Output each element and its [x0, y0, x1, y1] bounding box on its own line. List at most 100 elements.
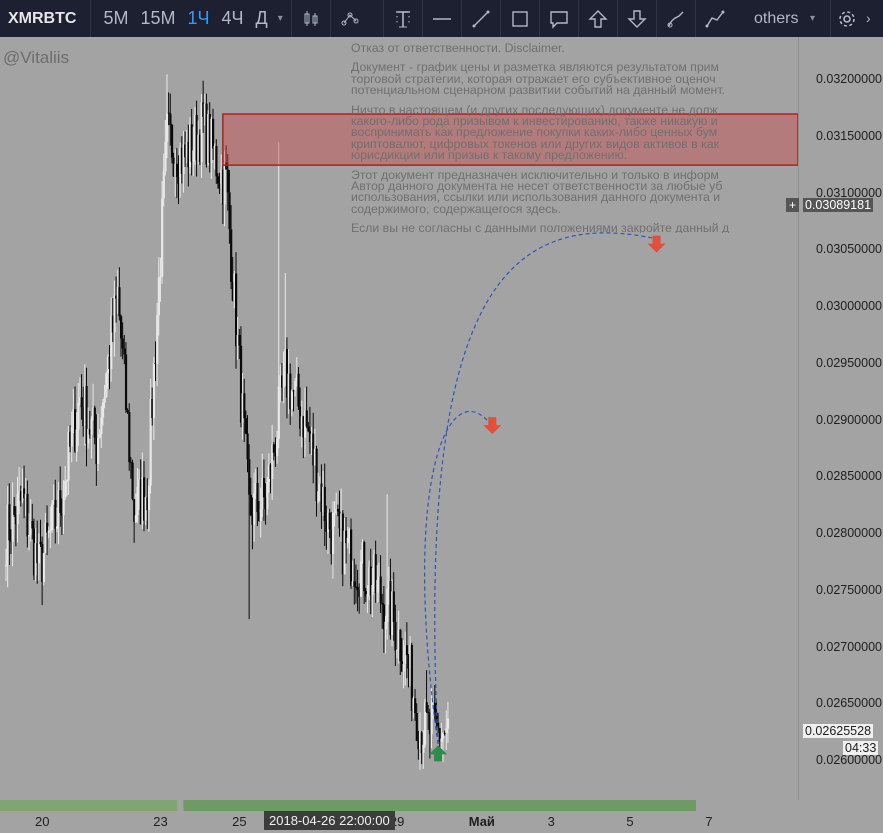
candle-body: [131, 462, 134, 500]
disclaimer-text: Отказ от ответственности. Disclaimer. Док…: [351, 43, 798, 233]
tool-button-horizontal-line[interactable]: [421, 0, 461, 37]
toolbar-drag-handle-icon[interactable]: ⋮⋮: [390, 8, 416, 25]
candle-body: [169, 113, 172, 125]
time-tick-label: 7: [705, 814, 713, 829]
tool-button-arrow-up[interactable]: [577, 0, 617, 37]
time-tick-label: 20: [35, 814, 50, 829]
brush-icon: [667, 11, 684, 27]
candle-body: [443, 732, 446, 734]
timeframe-0[interactable]: 5M: [97, 0, 134, 37]
gear-icon: [839, 10, 855, 27]
candle-body: [54, 499, 57, 529]
price-tick-label: 0.02800000: [815, 526, 882, 540]
candle-body: [414, 698, 417, 713]
price-tick-label: 0.02600000: [815, 753, 882, 767]
crosshair-price-label: 0.03089181: [803, 197, 874, 212]
candle-body: [26, 493, 29, 537]
tool-button-path[interactable]: [694, 0, 734, 37]
tool-button-indicators[interactable]: [329, 0, 369, 37]
disclaimer-paragraph: Этот документ предназначен исключительно…: [351, 168, 798, 216]
others-chevron-down-icon[interactable]: ▾: [810, 0, 815, 37]
candle-body: [292, 390, 295, 392]
candle-body: [246, 433, 249, 460]
time-tick-label: 5: [626, 814, 634, 829]
horizontal-line-icon: [432, 17, 451, 20]
candle-body: [97, 437, 100, 465]
candle-body: [105, 373, 108, 397]
candle-body: [162, 171, 165, 199]
candle-body: [164, 141, 167, 172]
time-tick-label: 23: [153, 814, 168, 829]
candle-body: [396, 649, 399, 651]
disclaimer-paragraph: Ничто в настоящем (и других последующих)…: [351, 103, 798, 163]
candle-body: [123, 348, 126, 355]
candle-body: [262, 478, 266, 498]
disclaimer-line: юрисдикции или призыв к такому предложен…: [351, 148, 628, 163]
symbol-button[interactable]: XMRBTC: [0, 0, 92, 37]
candle-body: [75, 429, 78, 452]
candle-body: [13, 506, 16, 515]
candle-body: [394, 621, 397, 651]
bar-countdown-label: 04:33: [843, 741, 879, 756]
disclaimer-paragraph: Документ - график цены и разметка являют…: [351, 61, 798, 97]
candle-body: [121, 338, 124, 349]
candle-body: [445, 728, 448, 733]
tool-button-brush[interactable]: [655, 0, 695, 37]
rectangle-icon: [512, 10, 528, 27]
tool-button-arrow-down[interactable]: [616, 0, 656, 37]
timeframe-3[interactable]: 4Ч: [215, 0, 249, 37]
timeframe-chevron-down-icon[interactable]: ▾: [274, 13, 287, 24]
candle-body: [175, 163, 179, 177]
price-tick-label: 0.03150000: [815, 128, 882, 143]
candle-body: [290, 390, 294, 410]
timeframe-group: 5M 15M 1Ч 4Ч Д: [91, 0, 273, 37]
candle-body: [152, 363, 156, 419]
candle-body: [103, 396, 106, 403]
price-tick-label: 0.02650000: [815, 696, 882, 711]
candle-body: [376, 579, 379, 593]
candle-body: [282, 362, 285, 388]
candle-body: [294, 380, 297, 391]
tool-button-rectangle[interactable]: [499, 0, 539, 37]
candle-body: [363, 542, 366, 592]
timeframe-2[interactable]: 1Ч: [181, 0, 215, 37]
candle-body: [381, 602, 384, 605]
candle-body: [297, 373, 300, 407]
settings-button[interactable]: [830, 0, 863, 37]
others-menu-button[interactable]: others: [754, 0, 798, 37]
timeframe-4[interactable]: Д: [250, 0, 274, 37]
timeframe-1[interactable]: 15M: [134, 0, 181, 37]
more-icon[interactable]: ›: [866, 0, 871, 37]
price-tick-label: 0.02900000: [815, 412, 882, 427]
candle-body: [212, 118, 215, 149]
candle-body: [317, 491, 320, 502]
candle-body: [62, 497, 65, 516]
tool-button-callout[interactable]: [538, 0, 578, 37]
candle-body: [276, 438, 279, 457]
add-alert-plus-icon[interactable]: +: [786, 197, 800, 212]
disclaimer-line: Если вы не согласны с данными положениям…: [351, 221, 730, 233]
disclaimer-line: Отказ от ответственности. Disclaimer.: [351, 43, 565, 55]
candle-body: [161, 198, 164, 277]
candle-body: [215, 145, 218, 177]
candle-body: [350, 529, 353, 586]
candle-body: [277, 386, 280, 439]
candle-body: [59, 490, 62, 514]
price-axis[interactable]: 0.03200000 0.03150000 0.03100000 0.03050000…: [786, 37, 883, 800]
candle-body: [157, 277, 160, 316]
candle-body: [42, 553, 45, 583]
candle-body: [256, 482, 259, 512]
candle-body: [226, 169, 229, 193]
candle-body: [243, 393, 246, 419]
candle-body: [366, 594, 369, 597]
tool-button-candles[interactable]: [290, 0, 330, 37]
candle-body: [379, 576, 382, 603]
candle-body: [305, 410, 308, 427]
candle-body: [392, 591, 395, 622]
tool-button-trend-line[interactable]: [460, 0, 500, 37]
time-axis[interactable]: 20 23 25 29 Май 3 5 7: [0, 811, 883, 833]
candle-body: [323, 486, 326, 522]
candle-body: [77, 402, 80, 430]
candle-body: [5, 565, 8, 567]
candle-body: [156, 315, 159, 365]
